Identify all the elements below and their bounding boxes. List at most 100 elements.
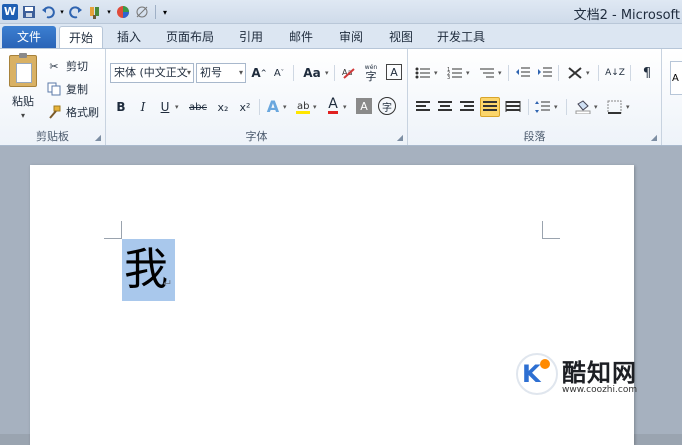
highlight-dropdown-icon[interactable]: ▾ bbox=[313, 103, 317, 111]
bullets-dropdown-icon[interactable]: ▾ bbox=[434, 69, 438, 77]
undo-dropdown-icon[interactable]: ▾ bbox=[59, 4, 65, 20]
undo-icon[interactable] bbox=[40, 4, 56, 20]
asian-layout-button[interactable] bbox=[566, 64, 584, 82]
separator bbox=[508, 65, 509, 81]
enclose-characters-button[interactable]: 字 bbox=[378, 97, 396, 115]
redo-icon[interactable] bbox=[68, 4, 84, 20]
format-painter-label: 格式刷 bbox=[66, 106, 99, 119]
tab-review[interactable]: 审阅 bbox=[332, 26, 370, 48]
justify-button[interactable] bbox=[480, 97, 500, 117]
multilevel-list-button[interactable] bbox=[478, 64, 496, 82]
align-right-button[interactable] bbox=[458, 98, 476, 116]
borders-button[interactable] bbox=[606, 98, 624, 116]
separator bbox=[293, 65, 294, 81]
asian-layout-dropdown-icon[interactable]: ▾ bbox=[586, 69, 590, 77]
sort-button[interactable]: A↓Z bbox=[605, 64, 625, 82]
show-hide-marks-button[interactable]: ¶ bbox=[638, 64, 656, 82]
character-border-button[interactable]: A bbox=[386, 64, 402, 80]
tab-file[interactable]: 文件 bbox=[2, 26, 56, 48]
align-left-button[interactable] bbox=[414, 98, 432, 116]
line-spacing-dropdown-icon[interactable]: ▾ bbox=[554, 103, 558, 111]
line-spacing-button[interactable] bbox=[534, 98, 552, 116]
customize-qat-icon[interactable]: ▾ bbox=[161, 4, 169, 20]
paintbrush-icon bbox=[46, 105, 62, 119]
cut-button[interactable]: ✂ 剪切 bbox=[46, 57, 88, 75]
shading-button[interactable] bbox=[574, 98, 592, 116]
multilevel-dropdown-icon[interactable]: ▾ bbox=[498, 69, 502, 77]
superscript-button[interactable]: x² bbox=[236, 98, 254, 116]
copy-button[interactable]: 复制 bbox=[46, 80, 88, 98]
tab-references[interactable]: 引用 bbox=[232, 26, 270, 48]
font-color-dropdown-icon[interactable]: ▾ bbox=[343, 103, 347, 111]
text-effects-dropdown-icon[interactable]: ▾ bbox=[283, 103, 287, 111]
cut-label: 剪切 bbox=[66, 60, 88, 73]
format-painter-button[interactable]: 格式刷 bbox=[46, 103, 99, 121]
highlight-button[interactable]: ab bbox=[294, 98, 312, 116]
tab-insert[interactable]: 插入 bbox=[110, 26, 148, 48]
clipboard-group: 粘贴 ▾ ✂ 剪切 复制 格式刷 剪贴板 ◢ bbox=[0, 49, 106, 145]
qat-separator bbox=[155, 5, 156, 19]
grow-font-button[interactable]: A ^ bbox=[250, 64, 268, 82]
color-wheel-icon[interactable] bbox=[115, 4, 131, 20]
subscript-button[interactable]: x₂ bbox=[214, 98, 232, 116]
corner-mark-top-left bbox=[104, 221, 122, 239]
shrink-font-button[interactable]: Aˇ bbox=[270, 64, 288, 82]
increase-indent-button[interactable] bbox=[536, 64, 554, 82]
tab-developer[interactable]: 开发工具 bbox=[430, 26, 492, 48]
save-icon[interactable] bbox=[21, 4, 37, 20]
bold-button[interactable]: B bbox=[112, 98, 130, 116]
separator bbox=[566, 99, 567, 115]
font-size-dropdown-icon[interactable]: ▾ bbox=[239, 64, 243, 82]
window-title: 文档2 - Microsoft bbox=[573, 8, 680, 23]
font-dialog-launcher-icon[interactable]: ◢ bbox=[397, 133, 403, 142]
watermark-url: www.coozhi.com bbox=[562, 385, 638, 395]
numbering-dropdown-icon[interactable]: ▾ bbox=[466, 69, 470, 77]
draw-table-icon[interactable] bbox=[134, 4, 150, 20]
paragraph-group-label: 段落 bbox=[523, 130, 546, 143]
numbering-button[interactable]: 123 bbox=[446, 64, 464, 82]
shading-dropdown-icon[interactable]: ▾ bbox=[594, 103, 598, 111]
copy-label: 复制 bbox=[66, 83, 88, 96]
selected-character[interactable]: 我 bbox=[122, 239, 175, 301]
copy-icon bbox=[46, 82, 62, 96]
font-color-button[interactable]: A bbox=[324, 97, 342, 115]
text-effects-button[interactable]: A bbox=[264, 97, 282, 116]
clipboard-dialog-launcher-icon[interactable]: ◢ bbox=[95, 133, 101, 142]
title-bar: W ▾ ▾ ▾ 文档2 - Microsoft bbox=[0, 0, 682, 24]
separator bbox=[630, 65, 631, 81]
watermark-dot bbox=[540, 359, 550, 369]
separator bbox=[259, 99, 260, 115]
word-logo-icon[interactable]: W bbox=[2, 4, 18, 20]
underline-button[interactable]: U bbox=[156, 98, 174, 116]
paste-dropdown-icon[interactable]: ▾ bbox=[6, 111, 40, 120]
tab-home[interactable]: 开始 bbox=[59, 26, 103, 48]
underline-dropdown-icon[interactable]: ▾ bbox=[175, 103, 179, 111]
change-case-button[interactable]: Aa bbox=[300, 64, 324, 82]
font-name-dropdown-icon[interactable]: ▾ bbox=[187, 64, 191, 82]
format-painter-qat-icon[interactable] bbox=[87, 4, 103, 20]
bullets-button[interactable] bbox=[414, 64, 432, 82]
phonetic-guide-button[interactable]: wén 字 bbox=[362, 63, 380, 82]
decrease-indent-button[interactable] bbox=[514, 64, 532, 82]
site-watermark: K 酷知网 www.coozhi.com bbox=[510, 345, 682, 409]
character-shading-button[interactable]: A bbox=[356, 98, 372, 114]
tab-page-layout[interactable]: 页面布局 bbox=[160, 26, 220, 48]
paste-button[interactable]: 粘贴 ▾ bbox=[6, 53, 40, 127]
paragraph-dialog-launcher-icon[interactable]: ◢ bbox=[651, 133, 657, 142]
paste-label: 粘贴 bbox=[12, 95, 34, 108]
tab-view[interactable]: 视图 bbox=[382, 26, 420, 48]
align-center-button[interactable] bbox=[436, 98, 454, 116]
tab-mailings[interactable]: 邮件 bbox=[282, 26, 320, 48]
italic-button[interactable]: I bbox=[134, 98, 152, 116]
borders-dropdown-icon[interactable]: ▾ bbox=[626, 103, 630, 111]
distributed-button[interactable] bbox=[504, 98, 522, 116]
styles-gallery[interactable]: A bbox=[670, 61, 682, 95]
strikethrough-button[interactable]: abc bbox=[186, 98, 210, 116]
font-name-value: 宋体 (中文正文 bbox=[114, 66, 188, 79]
font-name-combo[interactable]: 宋体 (中文正文 ▾ bbox=[110, 63, 194, 83]
change-case-dropdown-icon[interactable]: ▾ bbox=[325, 69, 329, 77]
qat-dropdown-icon[interactable]: ▾ bbox=[106, 4, 112, 20]
font-size-combo[interactable]: 初号 ▾ bbox=[196, 63, 246, 83]
quick-access-toolbar: W ▾ ▾ ▾ bbox=[2, 2, 169, 22]
clear-formatting-button[interactable]: Aa bbox=[340, 64, 358, 82]
